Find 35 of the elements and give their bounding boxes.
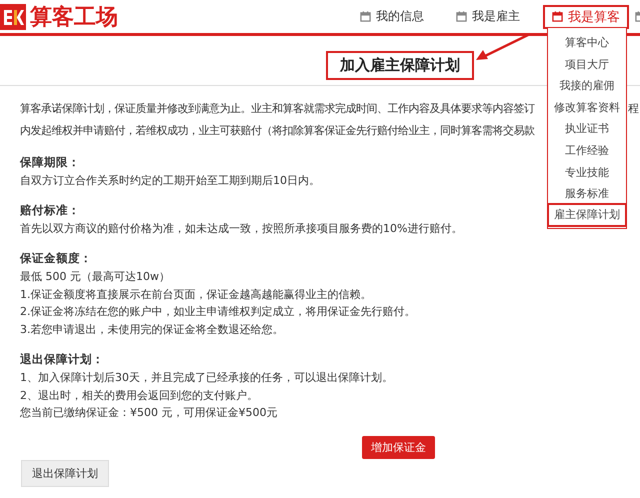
add-deposit-button[interactable]: 增加保证金	[362, 436, 435, 459]
paragraph-line: 内发起维权并申请赔付，若维权成功，业主可获赔付（将扣除算客保证金先行赔付给业主，同时算客需将交易款	[20, 122, 534, 138]
calendar-icon	[552, 11, 563, 22]
menu-item[interactable]: 工作经验	[547, 138, 627, 160]
menu-item[interactable]: 服务标准	[547, 181, 627, 203]
menu-item[interactable]: 雇主保障计划	[547, 202, 627, 227]
menu-item[interactable]: 我接的雇佣	[547, 73, 627, 95]
logo-icon	[0, 4, 26, 30]
body-text: 最低 500 元（最高可达10w）	[20, 268, 170, 285]
body-text: 1、加入保障计划后30天，并且完成了已经承接的任务，可以退出保障计划。	[20, 370, 393, 386]
body-text: 自双方订立合作关系时约定的工期开始至工期到期后10日内。	[20, 172, 320, 189]
section-heading: 保障期限：	[20, 154, 80, 171]
logo-text: 算客工场	[30, 4, 118, 32]
section-heading: 退出保障计划：	[20, 351, 104, 368]
calendar-icon	[360, 11, 371, 22]
calendar-icon	[456, 11, 467, 22]
paragraph-line: 算客承诺保障计划，保证质量并修改到满意为止。业主和算客就需求完成时间、工作内容及具体要求等内容签订	[20, 101, 534, 117]
body-text: 首先以双方商议的赔付价格为准，如未达成一致，按照所承接项目服务费的10%进行赔付。	[20, 220, 462, 237]
menu-item[interactable]: 算客中心	[547, 30, 627, 52]
nav-link[interactable]: 我的信息	[351, 4, 433, 28]
menu-item[interactable]: 执业证书	[547, 116, 627, 138]
section-heading: 赔付标准：	[20, 202, 80, 220]
body-text: 您当前已缴纳保证金：¥500 元，可用保证金¥500元	[20, 405, 278, 422]
body-text: 1.保证金额度将直接展示在前台页面，保证金越高越能赢得业主的信赖。	[20, 286, 372, 303]
menu-item[interactable]: 专业技能	[547, 160, 627, 182]
menu-item[interactable]: 修改算客资料	[547, 94, 627, 116]
page-title: 加入雇主保障计划	[326, 51, 474, 80]
body-text: 3.若您申请退出，未使用完的保证金将全数退还给您。	[20, 322, 284, 338]
nav-link[interactable]: 我是雇主	[447, 4, 529, 28]
menu-item[interactable]: 项目大厅	[547, 52, 627, 74]
paragraph-line: 程	[628, 101, 638, 117]
section-heading: 保证金额度：	[20, 250, 92, 268]
body-text: 2、退出时，相关的费用会返回到您的支付账户。	[20, 388, 258, 404]
exit-plan-button[interactable]: 退出保障计划	[21, 460, 109, 487]
body-text: 2.保证金将冻结在您的账户中，如业主申请维权判定成立，将用保证金先行赔付。	[20, 304, 416, 320]
